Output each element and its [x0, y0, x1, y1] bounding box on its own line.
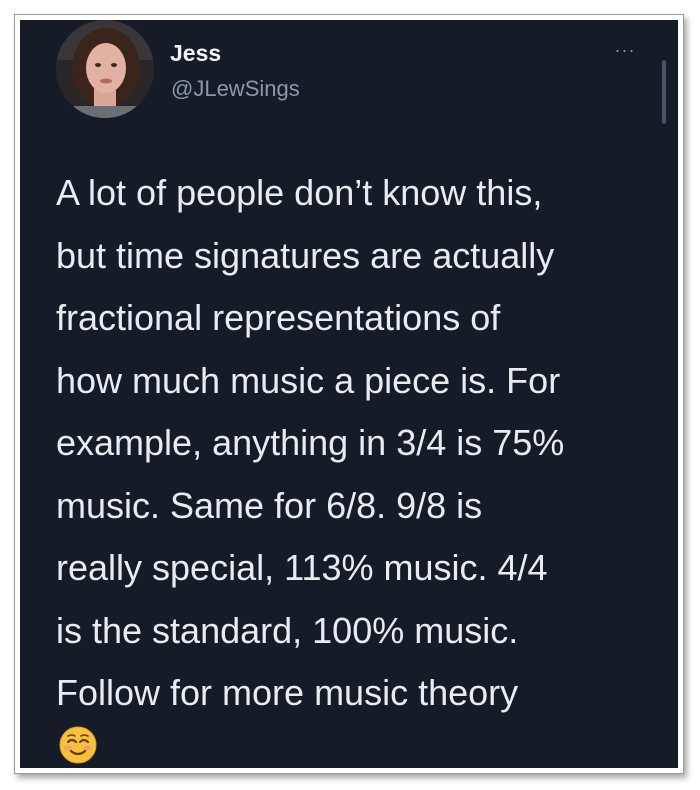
tweet-text-line: music. Same for 6/8. 9/8 is — [56, 484, 483, 526]
avatar-portrait — [56, 20, 154, 118]
avatar[interactable] — [56, 20, 154, 118]
tweet-text-line: example, anything in 3/4 is 75% — [56, 422, 565, 463]
tweet-text-line: is the standard, 100% music. — [56, 609, 519, 651]
tweet-text-line: but time signatures are actually — [56, 234, 555, 276]
screenshot-frame: Jess @JLewSings ··· A lot of people don’… — [14, 14, 684, 774]
scrollbar[interactable] — [662, 60, 666, 124]
author-handle[interactable]: @JLewSings — [171, 76, 300, 102]
tweet-text-line: A lot of people don’t know this, — [56, 172, 543, 213]
tweet-text: A lot of people don’t know this, but tim… — [56, 162, 656, 725]
tweet-text-line: fractional representations of — [56, 297, 501, 338]
tweet-text-line: Follow for more music theory — [56, 672, 519, 713]
tweet-card: Jess @JLewSings ··· A lot of people don’… — [20, 20, 678, 768]
author-name[interactable]: Jess — [170, 40, 221, 67]
smiling-face-icon — [59, 726, 97, 764]
more-options-button[interactable]: ··· — [610, 40, 640, 60]
tweet-text-line: how much music a piece is. For — [56, 359, 561, 401]
tweet-text-line: really special, 113% music. 4/4 — [56, 547, 548, 588]
more-horizontal-icon: ··· — [614, 40, 636, 60]
smiling-face-emoji — [59, 726, 97, 764]
